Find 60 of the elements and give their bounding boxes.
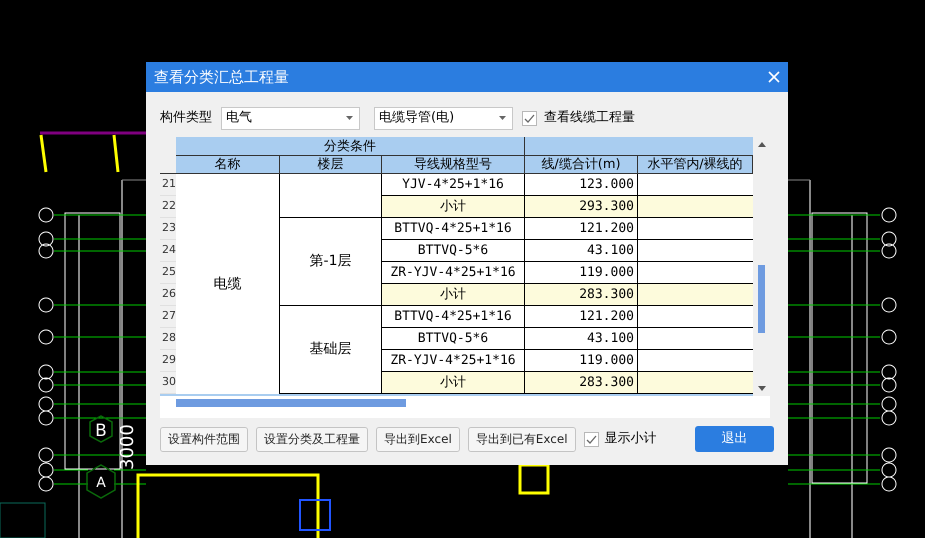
row-number: 29 <box>160 350 176 372</box>
table-cell: BTTVQ-5*6 <box>382 240 525 262</box>
exit-button[interactable]: 退出 <box>695 426 774 452</box>
table-cell: 小计 <box>382 284 525 306</box>
checkbox-label: 显示小计 <box>604 430 657 448</box>
table-cell: 293.300 <box>525 196 638 218</box>
row-number: 26 <box>160 284 176 306</box>
caret-icon <box>346 116 353 120</box>
table-cell: 119.000 <box>525 350 638 372</box>
dropdown-field[interactable]: 电气 <box>221 106 360 130</box>
grid-axis-label: B <box>95 421 107 441</box>
table-cell: YJV-4*25+1*16 <box>382 174 525 196</box>
table-cell: BTTVQ-4*25+1*16 <box>382 218 525 240</box>
table-cell: ZR-YJV-4*25+1*16 <box>382 350 525 372</box>
row-number: 28 <box>160 328 176 350</box>
column-header[interactable]: 水平管内/裸线的 <box>638 155 753 173</box>
row-number: 23 <box>160 218 176 240</box>
table-cell: 283.300 <box>525 372 638 394</box>
table-cell: 123.000 <box>525 174 638 196</box>
action-button[interactable]: 导出到Excel <box>376 426 460 452</box>
row-number: 25 <box>160 262 176 284</box>
column-header[interactable]: 名称 <box>176 155 280 173</box>
checkbox-label: 查看线缆工程量 <box>544 109 635 128</box>
row-number: 30 <box>160 372 176 394</box>
field-label: 构件类型 <box>160 109 213 128</box>
horizontal-scrollbar-thumb[interactable] <box>176 399 406 407</box>
table-cell: 119.000 <box>525 262 638 284</box>
column-header[interactable]: 线/缆合计(m) <box>525 155 638 173</box>
checkbox[interactable] <box>584 432 599 446</box>
table-cell: 第-1层 <box>280 218 382 306</box>
table-cell: 283.300 <box>525 284 638 306</box>
row-number: 27 <box>160 306 176 328</box>
table-cell: 小计 <box>382 372 525 394</box>
table-cell: 121.200 <box>525 218 638 240</box>
scrollbar-thumb[interactable] <box>758 265 765 333</box>
close-icon[interactable] <box>768 71 780 83</box>
table-cell: 小计 <box>382 196 525 218</box>
column-header[interactable]: 导线规格型号 <box>382 155 525 173</box>
row-number: 24 <box>160 240 176 262</box>
row-number: 22 <box>160 196 176 218</box>
table-cell: 43.100 <box>525 240 638 262</box>
action-button[interactable]: 导出到已有Excel <box>468 426 576 452</box>
row-number: 21 <box>160 174 176 196</box>
column-header[interactable]: 楼层 <box>280 155 382 173</box>
table-cell: ZR-YJV-4*25+1*16 <box>382 262 525 284</box>
table-cell: 基础层 <box>280 306 382 394</box>
grid-axis-label: A <box>96 475 106 491</box>
header-cell: 分类条件 <box>176 137 525 156</box>
down-arrow-icon[interactable] <box>758 386 766 391</box>
table-cell: BTTVQ-5*6 <box>382 328 525 350</box>
up-arrow-icon[interactable] <box>758 142 766 147</box>
action-button[interactable]: 设置构件范围 <box>160 426 248 452</box>
table-cell: BTTVQ-4*25+1*16 <box>382 306 525 328</box>
action-button[interactable]: 设置分类及工程量 <box>256 426 368 452</box>
table-cell: 43.100 <box>525 328 638 350</box>
dropdown-field[interactable]: 电缆导管(电) <box>374 106 513 130</box>
caret-icon <box>499 116 506 120</box>
table-cell: 121.200 <box>525 306 638 328</box>
checkbox[interactable] <box>522 110 537 126</box>
window-title: 查看分类汇总工程量 <box>154 66 289 88</box>
